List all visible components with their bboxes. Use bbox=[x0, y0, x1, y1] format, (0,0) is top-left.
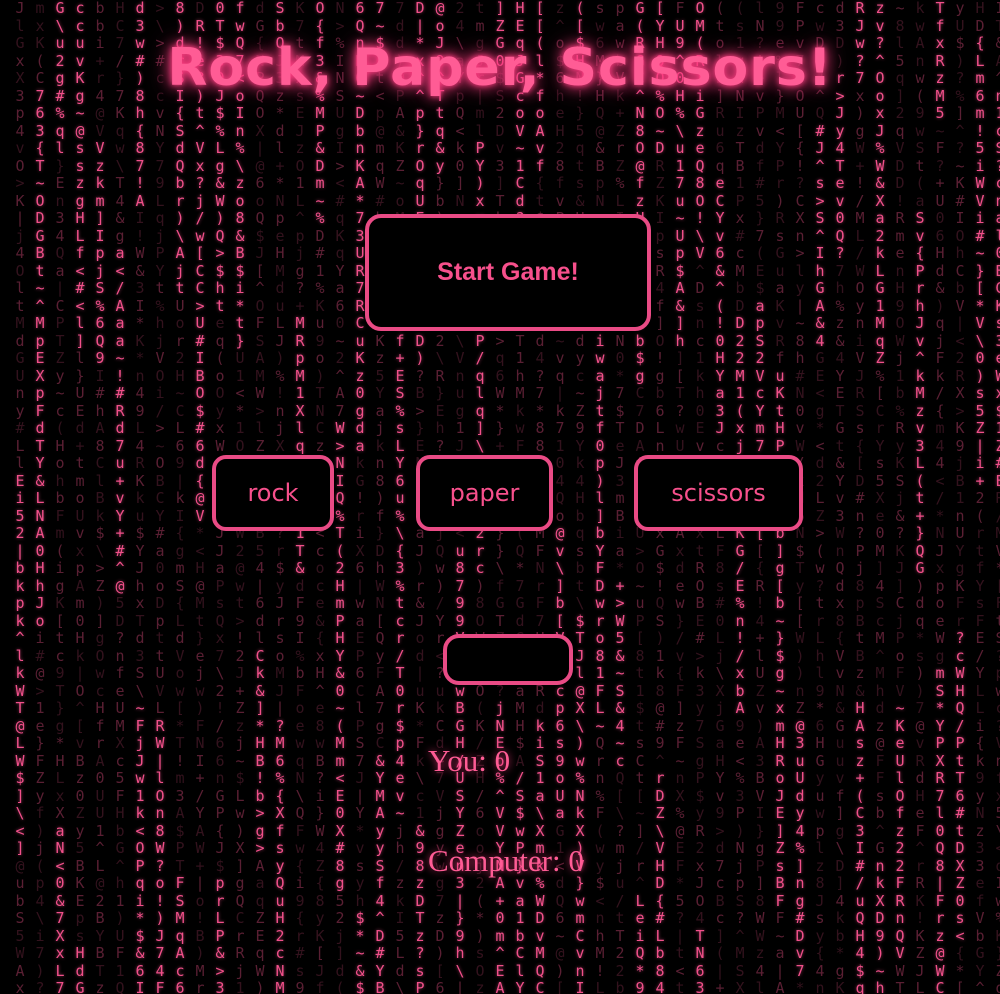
rain-column: s w 6 M } H Q @ & B p N > l r X > Q a i … bbox=[595, 0, 605, 994]
rain-column: 7 d d ) @ P A & K Z ~ o M P 0 { R ! ] f … bbox=[395, 0, 405, 994]
rain-column: R J w ? 7 x ) g W + ! / M L / W O y n i … bbox=[855, 0, 865, 994]
computer-score-value: 0 bbox=[568, 843, 584, 878]
player-score: You: 0 bbox=[428, 743, 510, 779]
game-title: Rock, Paper, Scissors! bbox=[167, 38, 833, 98]
player-score-value: 0 bbox=[494, 743, 511, 778]
rain-column: D R ! e 8 ) t ^ V x ? j / w [ C C > U # … bbox=[195, 0, 205, 994]
rain-column: H D { L m 6 m ! 5 i W V i # ~ } [ * V \ … bbox=[975, 0, 985, 994]
rain-column: d 3 D ) r > J y 4 T e v 0 Q ? 7 h % z & … bbox=[835, 0, 845, 994]
rain-column: > \ > # c c v N Y 7 9 L q j P Y t % h j … bbox=[155, 0, 165, 994]
rock-button[interactable]: rock bbox=[212, 455, 334, 531]
rain-column: p a w b V k + Z r Z % L I B 2 v f e B N … bbox=[615, 0, 625, 994]
rain-column: H C 7 / } 7 K q w \ T 4 & g a < / A a a … bbox=[115, 0, 125, 994]
rain-column: k w A n w ( 9 w S t ( a S v { P r h J v … bbox=[915, 0, 925, 994]
rain-column: d 3 w # ) 8 h { 8 7 ! A I ! W & 3 I * K … bbox=[135, 0, 145, 994]
computer-score: Computer: 0 bbox=[428, 843, 584, 879]
rain-column: b b i + r 4 @ V V z k m ] I p j S % 6 Q … bbox=[95, 0, 105, 994]
computer-score-label: Computer: bbox=[428, 843, 561, 878]
rain-column: 8 ) d r S I { S d Q b r ) \ A j t U o r … bbox=[175, 0, 185, 994]
scissors-button[interactable]: scissors bbox=[634, 455, 803, 531]
rain-column: 7 ~ $ C t < p @ m q W # h m N q 0 A M K … bbox=[375, 0, 385, 994]
paper-button[interactable]: paper bbox=[416, 455, 553, 531]
rain-column: I T & A ^ n 1 c S ? c n a l 0 B G K s 3 … bbox=[990, 0, 1000, 994]
rain-column: c c u v K g ~ @ s s z g H L f < # < l ] … bbox=[75, 0, 85, 994]
player-score-label: You: bbox=[428, 743, 487, 778]
start-game-button[interactable]: Start Game! bbox=[365, 214, 651, 331]
rain-column: J l G x X 3 p 4 v O > K | j 4 O l t M d … bbox=[15, 0, 25, 994]
result-display bbox=[443, 634, 573, 685]
rain-column: z v ? ^ O o x J % W & X a 2 k L G 1 M q … bbox=[875, 0, 885, 994]
rain-column: 6 Q n D Q ~ D b n K A * 7 3 U R 7 R C u … bbox=[355, 0, 365, 994]
rain-column: G \ u 2 g # % q l } E n 3 4 Q a | C P T … bbox=[55, 0, 65, 994]
rain-column: ~ 8 l 5 q ] 2 q V D D ! R m e n H 9 O W … bbox=[895, 0, 905, 994]
rain-column: T f x R z M 5 ~ F ? + U 0 6 H d & ) q j … bbox=[935, 0, 945, 994]
rain-column: c w D k J ^ Q # J ^ s > S ^ I h G A & 4 … bbox=[815, 0, 825, 994]
rain-column: y U $ ) ? % ] ^ ? ~ K # I O h C b V | < … bbox=[955, 0, 965, 994]
rain-column: m x K ( C 7 6 3 { T ~ O D G B t ~ ^ M p … bbox=[35, 0, 45, 994]
